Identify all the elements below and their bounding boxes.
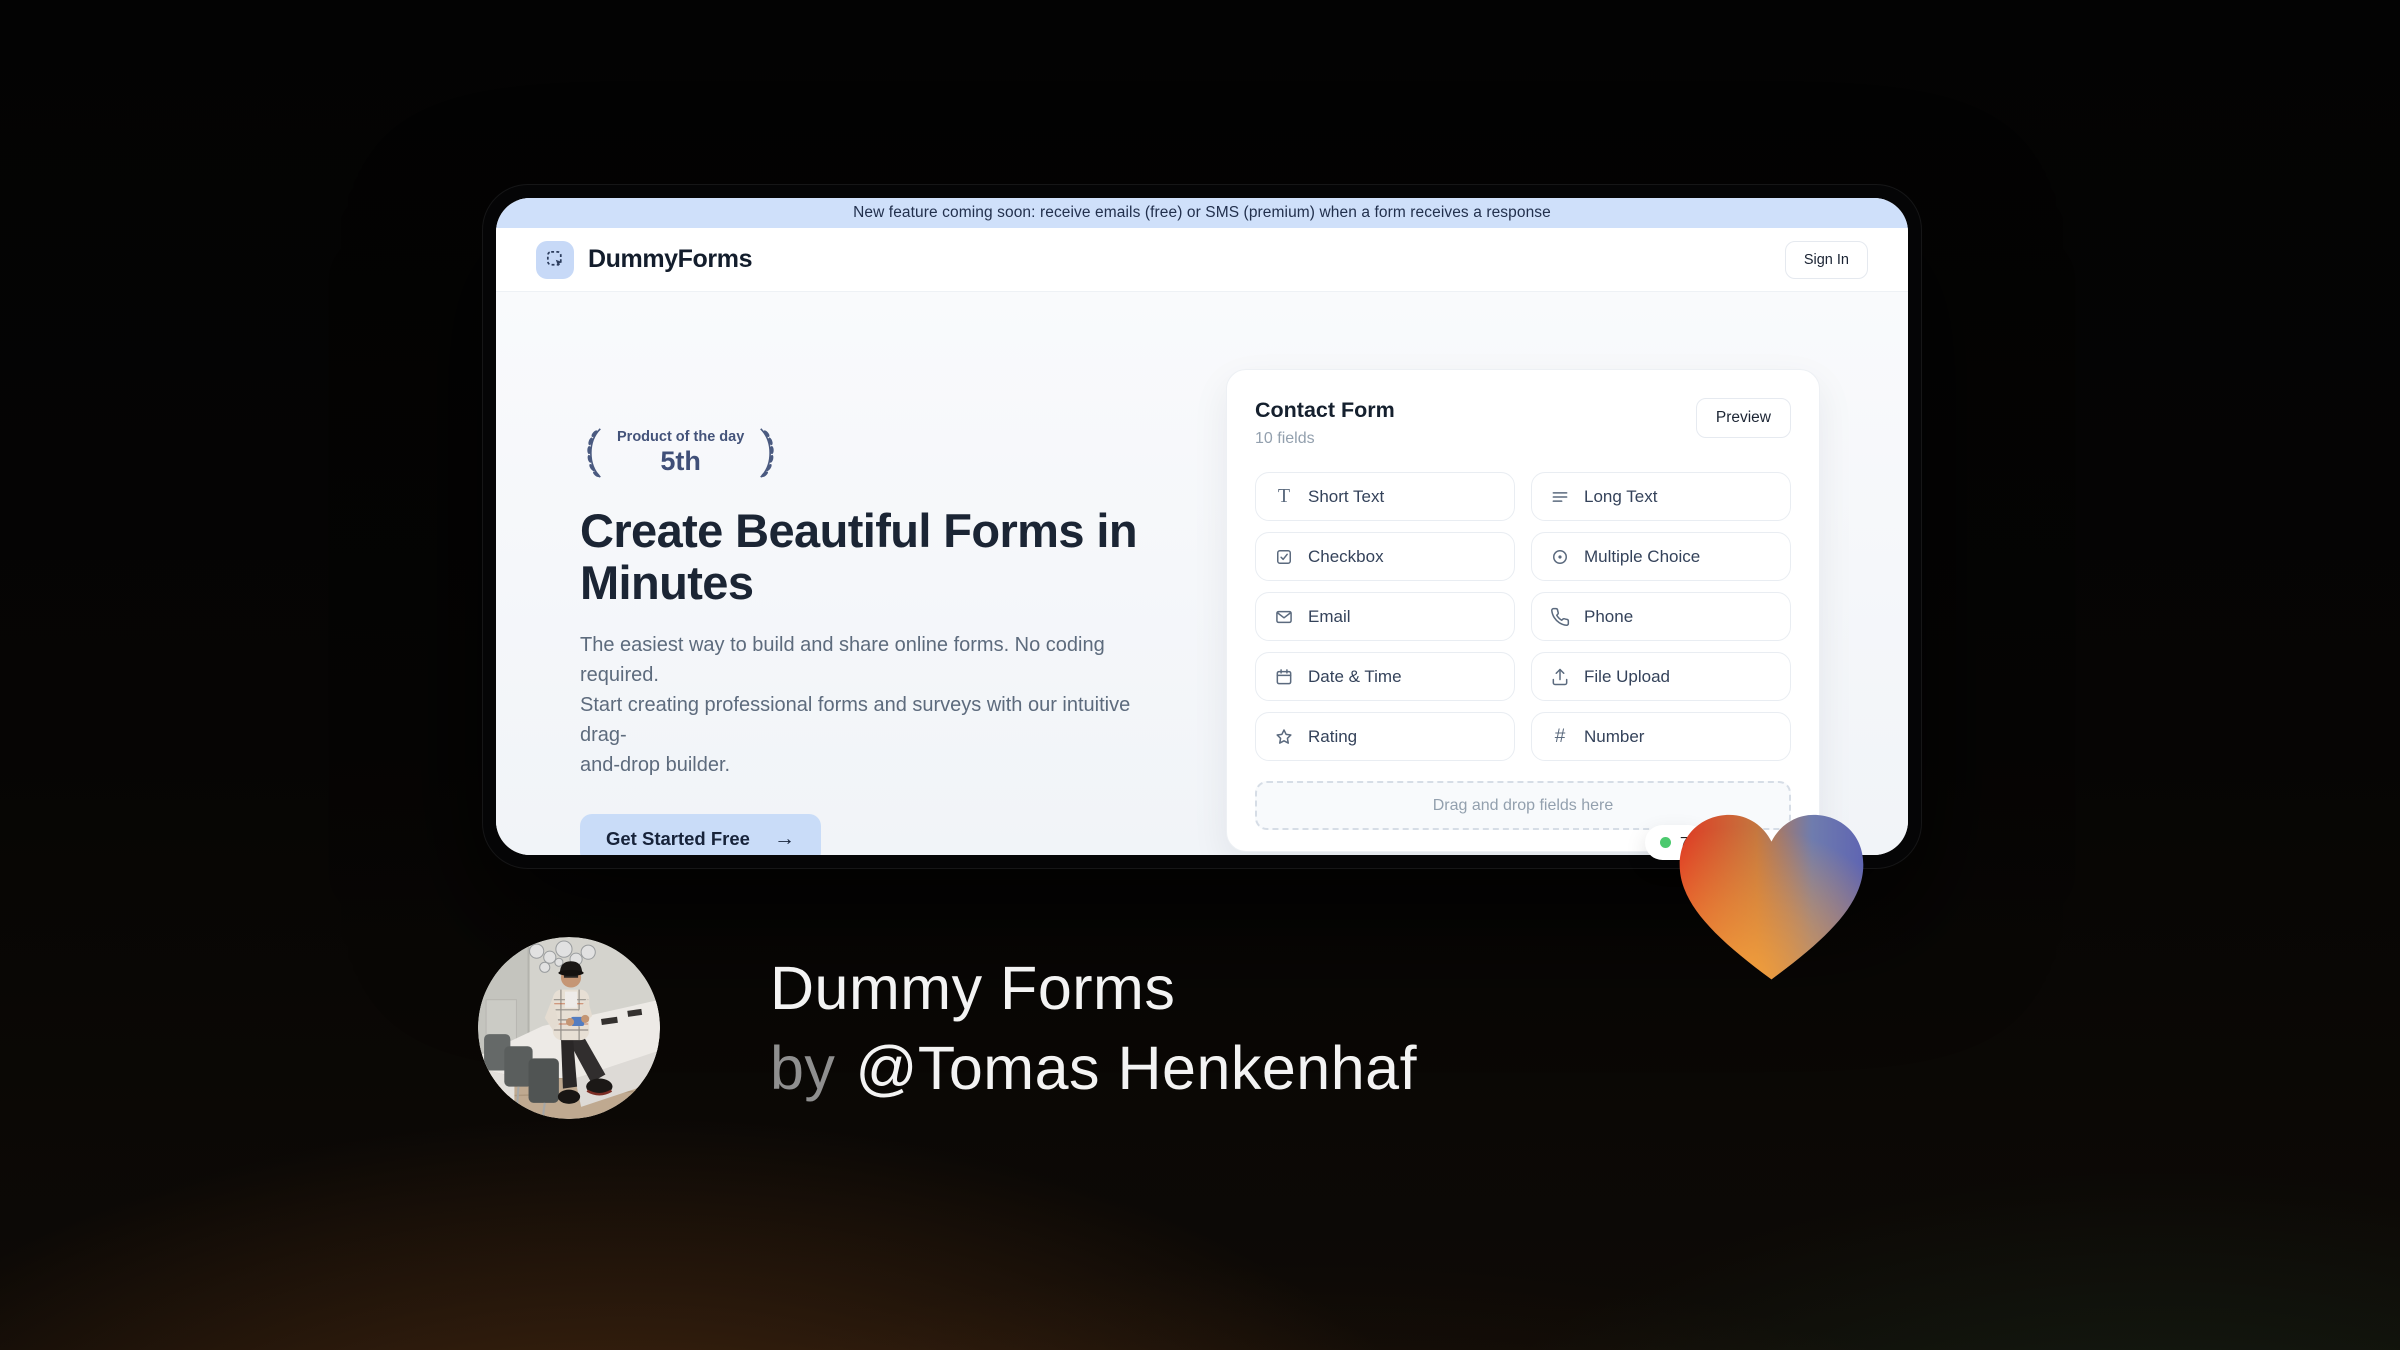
mail-icon [1273, 606, 1295, 628]
phone-icon [1549, 606, 1571, 628]
sign-in-button[interactable]: Sign In [1784, 240, 1868, 279]
calendar-icon [1273, 666, 1295, 688]
award-line1: Product of the day [617, 429, 745, 445]
page-background: New feature coming soon: receive emails … [0, 0, 2400, 1350]
field-chip-rating[interactable]: Rating [1255, 712, 1515, 761]
field-chip-number[interactable]: # Number [1531, 712, 1791, 761]
landing-main: Product of the day 5th Create Beautiful … [496, 292, 1908, 855]
field-chip-long-text[interactable]: Long Text [1531, 472, 1791, 521]
caption-title: Dummy Forms [770, 954, 1176, 1022]
hero-section: Product of the day 5th Create Beautiful … [580, 424, 1170, 855]
star-icon [1273, 726, 1295, 748]
align-left-icon [1549, 486, 1571, 508]
field-chip-short-text[interactable]: T Short Text [1255, 472, 1515, 521]
form-builder-card: Contact Form 10 fields Preview T Short T… [1226, 369, 1820, 852]
field-chip-email[interactable]: Email [1255, 592, 1515, 641]
caption-by-prefix: by [770, 1034, 836, 1102]
avatar [478, 937, 660, 1119]
caption: Dummy Forms by @Tomas Henkenhaf [770, 948, 1417, 1108]
hero-title: Create Beautiful Forms in Minutes [580, 504, 1138, 609]
builder-title-block: Contact Form 10 fields [1255, 398, 1395, 448]
upload-icon [1549, 666, 1571, 688]
brand-logo-group[interactable]: DummyForms [536, 240, 753, 279]
browser-window: New feature coming soon: receive emails … [482, 184, 1922, 869]
dashed-select-cursor-icon [536, 240, 574, 279]
form-title: Contact Form [1255, 398, 1395, 422]
laurel-left-icon [587, 428, 601, 478]
preview-button[interactable]: Preview [1695, 398, 1791, 438]
type-icon: T [1277, 485, 1291, 507]
hash-icon: # [1554, 725, 1566, 747]
green-dot-icon [1660, 837, 1671, 848]
get-started-button[interactable]: Get Started Free → [580, 814, 821, 855]
get-started-label: Get Started Free [606, 828, 750, 850]
caption-byline: by @Tomas Henkenhaf [770, 1028, 1417, 1108]
field-chip-phone[interactable]: Phone [1531, 592, 1791, 641]
field-chip-file-upload[interactable]: File Upload [1531, 652, 1791, 701]
field-chip-checkbox[interactable]: Checkbox [1255, 532, 1515, 581]
award-line2: 5th [660, 446, 701, 476]
checkbox-icon [1273, 546, 1295, 568]
field-count: 10 fields [1255, 430, 1315, 447]
builder-card-header: Contact Form 10 fields Preview [1255, 398, 1791, 448]
award-text: Product of the day 5th [613, 429, 748, 477]
top-navigation: DummyForms Sign In [496, 228, 1908, 292]
radio-icon [1549, 546, 1571, 568]
field-type-grid: T Short Text Long Text Checkbox Multiple… [1255, 472, 1791, 761]
arrow-right-icon: → [773, 827, 795, 851]
field-chip-multiple-choice[interactable]: Multiple Choice [1531, 532, 1791, 581]
announcement-text: New feature coming soon: receive emails … [853, 204, 1551, 221]
caption-author: @Tomas Henkenhaf [855, 1034, 1418, 1102]
brand-name: DummyForms [588, 245, 753, 273]
gradient-heart-icon [1679, 814, 1864, 980]
announcement-banner: New feature coming soon: receive emails … [496, 198, 1908, 228]
product-of-the-day-badge: Product of the day 5th [580, 424, 781, 482]
dropzone-text: Drag and drop fields here [1432, 796, 1614, 814]
hero-description: The easiest way to build and share onlin… [580, 634, 1131, 777]
laurel-right-icon [760, 428, 774, 478]
field-chip-date-time[interactable]: Date & Time [1255, 652, 1515, 701]
app-screen: New feature coming soon: receive emails … [496, 198, 1908, 855]
